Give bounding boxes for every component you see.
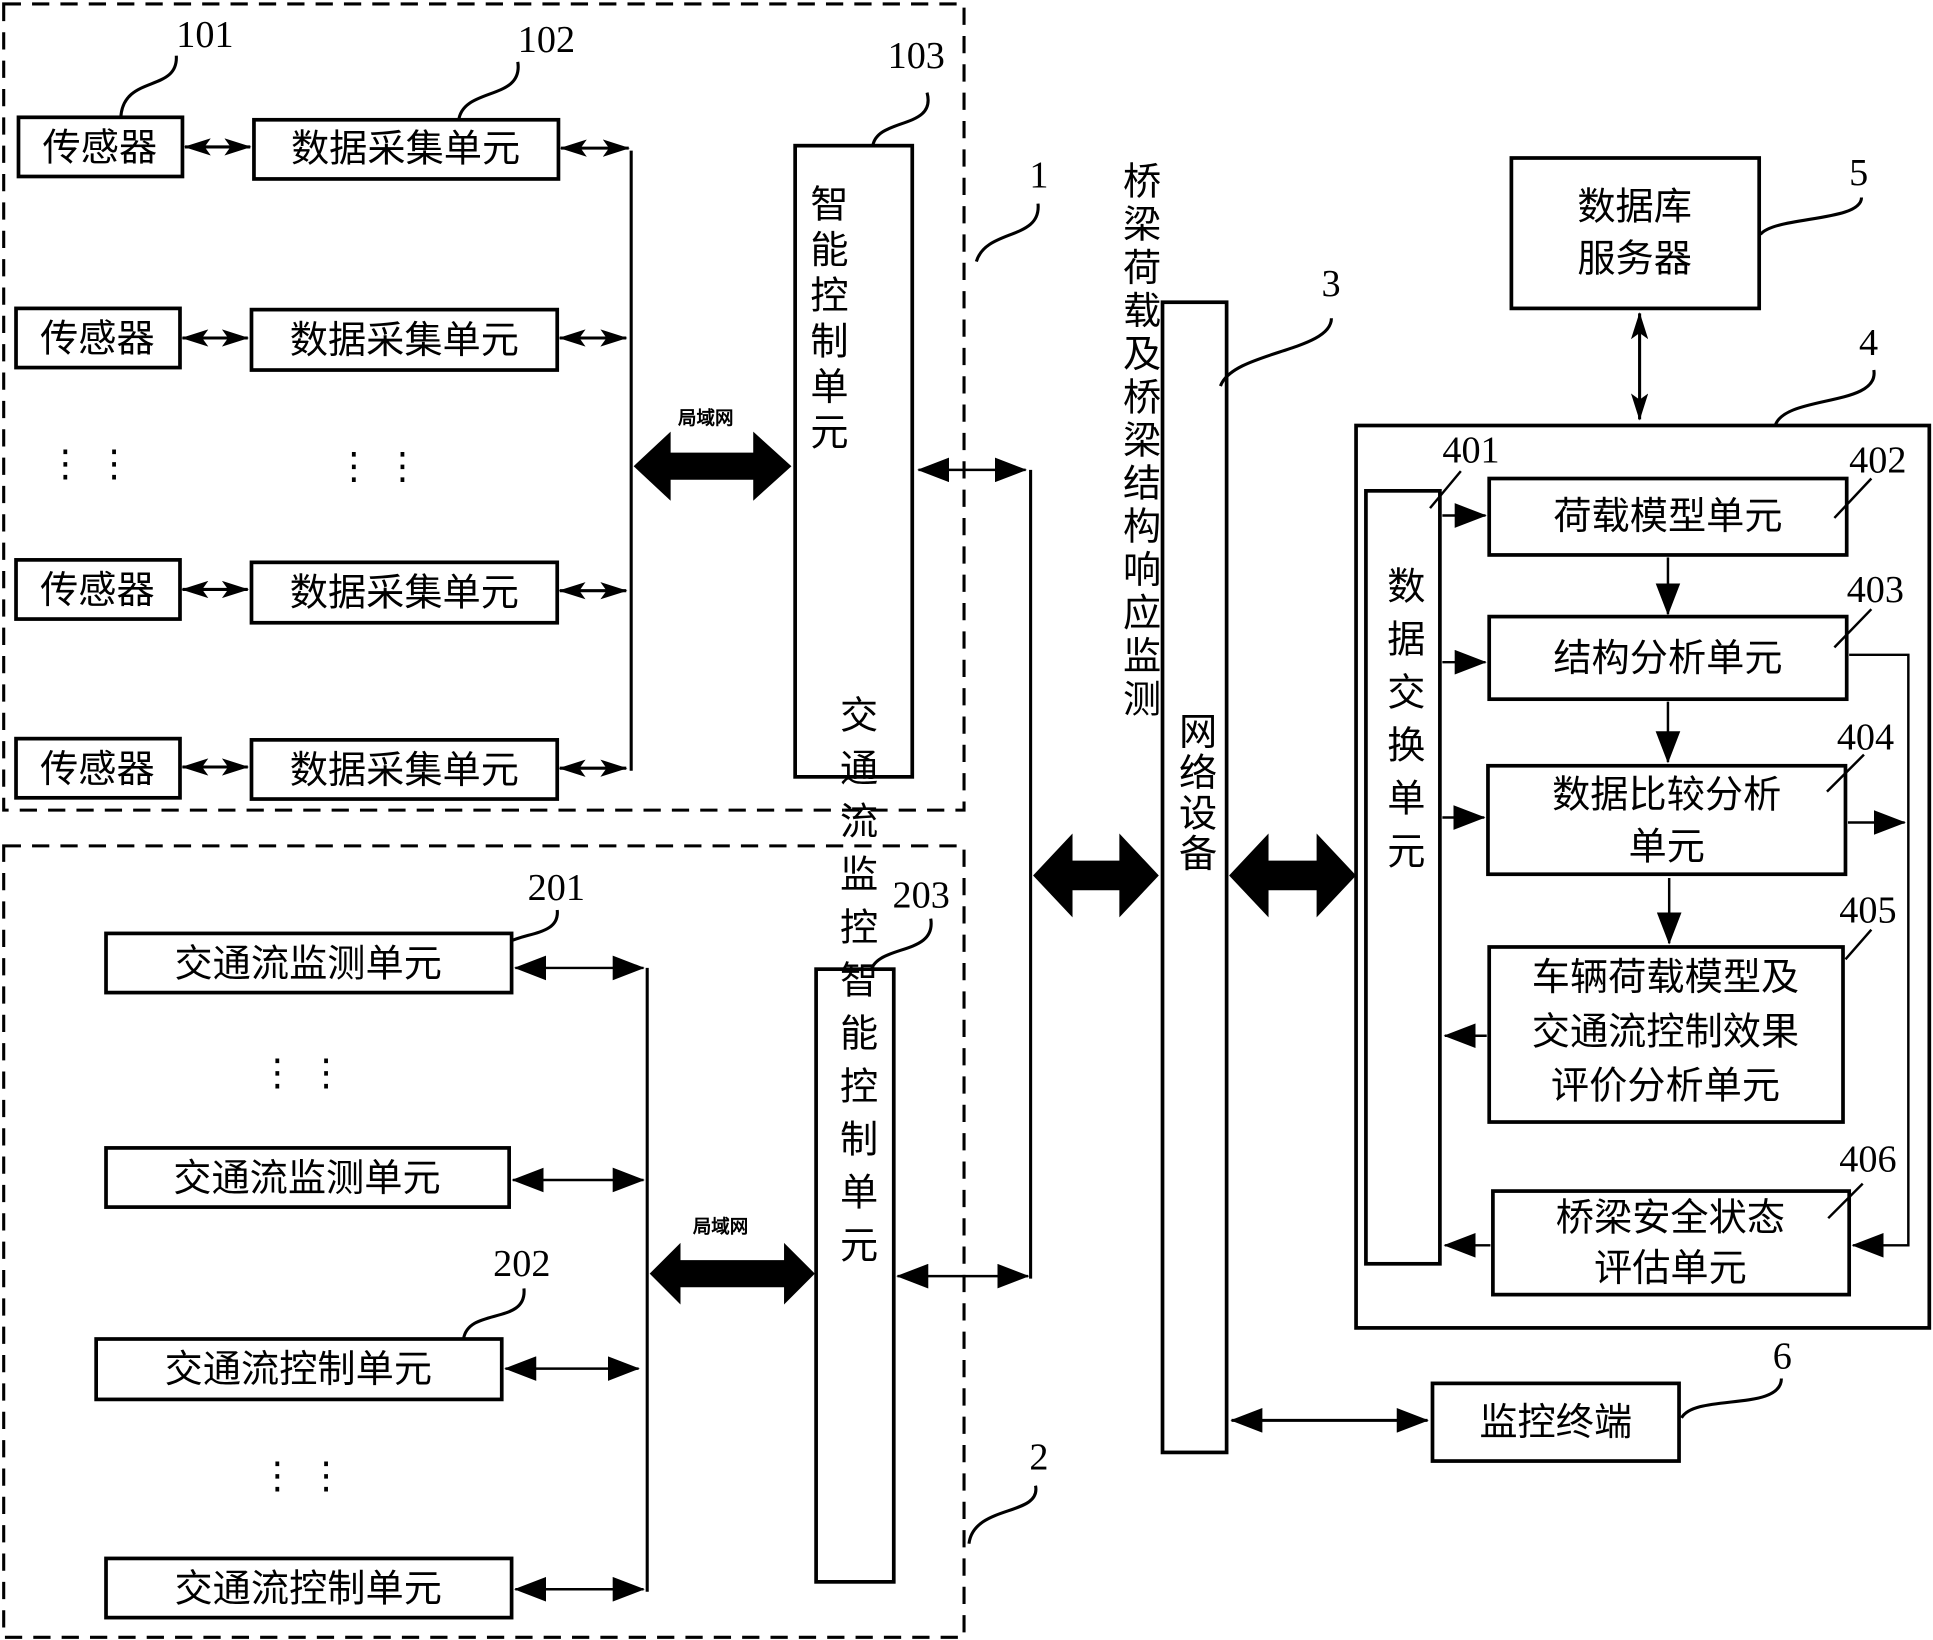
- daq-ellipsis: ⋮ ⋮: [335, 445, 421, 488]
- daq-leader: [457, 61, 520, 122]
- db-server-line1: 数据库: [1577, 186, 1692, 230]
- db-leader: [1759, 197, 1864, 236]
- traffic-row: 交通流监测单元: [104, 1146, 645, 1209]
- structure-ref: 403: [1847, 569, 1904, 611]
- network-center-arrow: [1229, 833, 1357, 918]
- network-device[interactable]: [1160, 300, 1229, 1455]
- sensor-row: 传感器 数据采集单元: [14, 736, 628, 801]
- control-leader-103: [871, 92, 930, 147]
- traffic-control-label-vertical: 交通流监控智能控制单元: [834, 695, 878, 1278]
- sensor-ref: 101: [176, 14, 233, 56]
- sensor-label: 传感器: [40, 569, 155, 613]
- compare-ref: 404: [1837, 717, 1894, 759]
- traffic-monitor-label: 交通流监测单元: [173, 1157, 440, 1201]
- sensor-label: 传感器: [40, 748, 155, 792]
- terminal-leader: [1680, 1378, 1783, 1419]
- control-col2: 智能控制单元: [804, 184, 848, 458]
- control-ref-203: 203: [893, 875, 950, 917]
- traffic-monitor-label: 交通流监测单元: [174, 943, 441, 987]
- lan1-label: 局域网: [678, 407, 733, 429]
- sensor-ellipsis: ⋮ ⋮: [47, 442, 133, 485]
- daq-label: 数据采集单元: [290, 571, 519, 615]
- structure-analysis-label: 结构分析单元: [1553, 637, 1782, 681]
- lan2-label: 局域网: [693, 1216, 748, 1238]
- sensor-label: 传感器: [40, 318, 155, 362]
- sensor-row: 传感器 数据采集单元: [14, 306, 628, 372]
- evaluation-line3: 评价分析单元: [1551, 1065, 1780, 1109]
- daq-label: 数据采集单元: [290, 749, 519, 793]
- lan1-arrow: [633, 431, 792, 501]
- data-compare-line1: 数据比较分析: [1552, 774, 1781, 818]
- group1-leader: [974, 203, 1040, 263]
- db-server[interactable]: [1509, 156, 1762, 311]
- center-ref: 4: [1859, 322, 1878, 364]
- data-compare-line2: 单元: [1629, 825, 1705, 869]
- sensor-row: 传感器 数据采集单元: [16, 115, 630, 181]
- traffic-control-label: 交通流控制单元: [165, 1348, 432, 1392]
- terminal-ref: 6: [1773, 1336, 1792, 1378]
- monitor-ref: 201: [528, 867, 585, 909]
- control-ellipsis: ⋮ ⋮: [259, 1454, 345, 1497]
- traffic-row: 交通流控制单元: [104, 1556, 645, 1620]
- control-unit-ref: 202: [493, 1243, 550, 1285]
- control-ref-103: 103: [888, 35, 945, 77]
- evaluation-line1: 车辆荷载模型及: [1532, 956, 1799, 1000]
- daq-label: 数据采集单元: [290, 319, 519, 363]
- system-diagram: 1 101 102 103 传感器 数据采集单元 传感器 数据采集单元 ⋮ ⋮ …: [2, 2, 1932, 1639]
- lan2-arrow: [649, 1242, 815, 1305]
- db-server-line2: 服务器: [1577, 237, 1692, 281]
- load-model-ref: 402: [1849, 439, 1906, 481]
- network-ref: 3: [1322, 263, 1341, 305]
- db-ref: 5: [1849, 152, 1868, 194]
- data-exchange-label: 数据交换单元: [1381, 566, 1425, 884]
- safety-line1: 桥梁安全状态: [1556, 1197, 1785, 1241]
- group2-leader: [967, 1485, 1038, 1544]
- sensor-row: 传感器 数据采集单元: [14, 558, 628, 625]
- monitor-terminal-label: 监控终端: [1479, 1401, 1632, 1445]
- control-unit-leader: [462, 1288, 526, 1340]
- traffic-row: 交通流控制单元: [94, 1337, 640, 1402]
- group2-ref: 2: [1029, 1437, 1048, 1479]
- control-leader-203: [868, 918, 933, 974]
- evaluation-ref: 405: [1839, 889, 1896, 931]
- trunk-network-arrow: [1033, 833, 1159, 918]
- sensor-label: 传感器: [43, 126, 158, 170]
- safety-ref: 406: [1839, 1138, 1896, 1180]
- monitor-ellipsis: ⋮ ⋮: [259, 1051, 345, 1094]
- safety-line2: 评估单元: [1594, 1247, 1747, 1291]
- traffic-control-label: 交通流控制单元: [174, 1568, 441, 1612]
- sensor-leader: [119, 55, 178, 118]
- traffic-row: 交通流监测单元: [104, 931, 645, 995]
- network-leader: [1219, 318, 1333, 387]
- daq-label: 数据采集单元: [291, 128, 520, 172]
- evaluation-line2: 交通流控制效果: [1532, 1010, 1799, 1054]
- load-model-label: 荷载模型单元: [1553, 495, 1782, 539]
- network-device-label: 网络设备: [1173, 712, 1217, 875]
- exchange-ref: 401: [1442, 429, 1499, 471]
- center-leader: [1773, 369, 1876, 427]
- daq-ref: 102: [518, 19, 575, 61]
